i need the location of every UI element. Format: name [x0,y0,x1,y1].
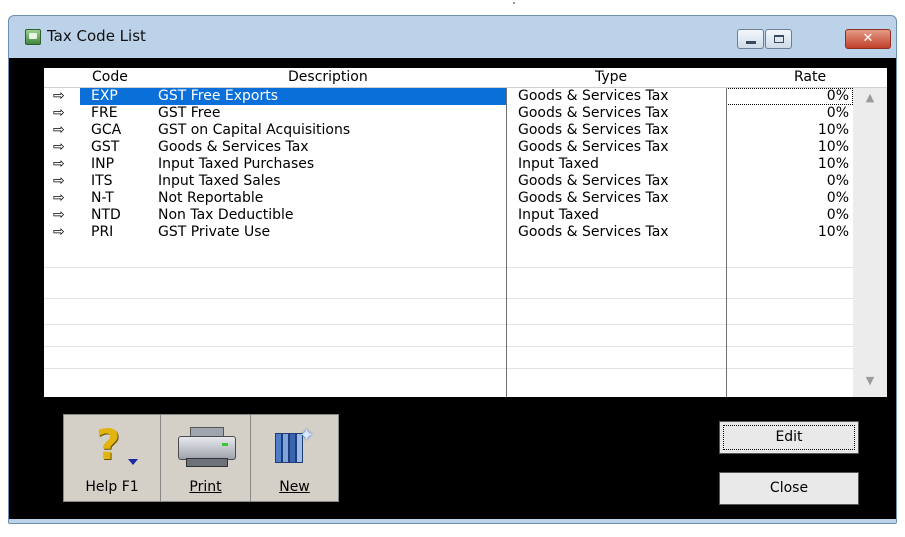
tax-code-table[interactable]: Code Description Type Rate ⇨ EXP GST Fre… [44,68,887,397]
table-row[interactable]: ⇨ EXP GST Free Exports Goods & Services … [44,88,853,105]
row-arrow-icon[interactable]: ⇨ [53,105,73,121]
column-header-rate[interactable]: Rate [794,69,826,85]
cell-type: Goods & Services Tax [518,173,669,189]
window-client-area: Code Description Type Rate ⇨ EXP GST Fre… [9,58,896,519]
cell-description: GST on Capital Acquisitions [158,122,351,138]
table-row[interactable]: ⇨ GST Goods & Services Tax Goods & Servi… [44,139,853,156]
cell-rate: 10% [817,122,849,138]
grid-line [44,267,853,268]
grid-line [44,368,853,369]
row-arrow-icon[interactable]: ⇨ [53,88,73,104]
table-row[interactable]: ⇨ GCA GST on Capital Acquisitions Goods … [44,122,853,139]
cell-description: GST Private Use [158,224,271,240]
cell-description: Goods & Services Tax [158,139,309,155]
cell-description: Input Taxed Purchases [158,156,315,172]
cell-rate: 10% [817,224,849,240]
help-icon: ? [96,420,121,469]
window-title: Tax Code List [47,27,146,45]
cell-description: Non Tax Deductible [158,207,294,223]
scroll-up-icon[interactable]: ▲ [859,90,881,106]
minimize-button[interactable] [737,29,764,49]
column-header-code[interactable]: Code [92,69,128,85]
grid-line [44,298,853,299]
tax-code-list-window: Tax Code List ✕ Code Description Type Ra… [8,15,897,524]
print-button-label: Print [189,479,222,495]
row-arrow-icon[interactable]: ⇨ [53,173,73,189]
row-arrow-icon[interactable]: ⇨ [53,122,73,138]
cell-code: NTD [91,207,121,223]
new-button[interactable]: ✦ New [251,415,338,501]
cell-rate: 0% [826,173,849,189]
cell-code: PRI [91,224,114,240]
table-row[interactable]: ⇨ ITS Input Taxed Sales Goods & Services… [44,173,853,190]
row-arrow-icon[interactable]: ⇨ [53,139,73,155]
dropdown-caret-icon [128,459,138,465]
help-button[interactable]: ? Help F1 [64,415,161,501]
cell-code: GST [91,139,120,155]
column-divider [506,88,507,397]
title-bar[interactable]: Tax Code List ✕ [9,16,896,58]
cell-type: Goods & Services Tax [518,139,669,155]
help-button-label: Help F1 [85,479,139,495]
row-arrow-icon[interactable]: ⇨ [53,207,73,223]
focus-rect [723,425,855,450]
cell-type: Goods & Services Tax [518,105,669,121]
print-button[interactable]: Print [161,415,251,501]
edit-button[interactable]: Edit [719,421,859,454]
desktop-dot [513,2,515,4]
table-row[interactable]: ⇨ FRE GST Free Goods & Services Tax 0% [44,105,853,122]
toolbar: ? Help F1 Print ✦ New [63,414,339,502]
cell-type: Goods & Services Tax [518,88,669,104]
column-header-description[interactable]: Description [288,69,368,85]
vertical-scrollbar[interactable]: ▲ ▼ [853,88,887,397]
cell-code: GCA [91,122,122,138]
minimize-icon [746,41,756,44]
cell-description: GST Free Exports [158,88,279,104]
cell-type: Goods & Services Tax [518,122,669,138]
printer-icon [178,427,236,467]
selection-highlight [80,88,506,105]
grid-line [44,346,853,347]
maximize-icon [774,35,784,43]
table-row[interactable]: ⇨ INP Input Taxed Purchases Input Taxed … [44,156,853,173]
cell-type: Input Taxed [518,207,599,223]
table-row[interactable]: ⇨ PRI GST Private Use Goods & Services T… [44,224,853,241]
new-icon: ✦ [275,425,315,465]
column-header-type[interactable]: Type [595,69,627,85]
close-button[interactable]: Close [719,472,859,505]
cell-code: EXP [91,88,118,104]
scroll-down-icon[interactable]: ▼ [859,373,881,389]
column-divider [726,88,727,397]
table-row[interactable]: ⇨ NTD Non Tax Deductible Input Taxed 0% [44,207,853,224]
cell-code: INP [91,156,115,172]
cell-type: Goods & Services Tax [518,190,669,206]
row-arrow-icon[interactable]: ⇨ [53,190,73,206]
row-arrow-icon[interactable]: ⇨ [53,224,73,240]
cell-code: N-T [91,190,114,206]
cell-description: Input Taxed Sales [158,173,281,189]
cell-type: Input Taxed [518,156,599,172]
close-icon: ✕ [862,31,874,46]
cell-code: ITS [91,173,113,189]
cell-rate: 0% [826,207,849,223]
table-header: Code Description Type Rate [44,68,887,88]
maximize-button[interactable] [765,29,792,49]
cell-type: Goods & Services Tax [518,224,669,240]
cell-rate: 10% [817,156,849,172]
grid-line [44,324,853,325]
close-button-label: Close [769,480,809,496]
cell-rate: 10% [817,139,849,155]
cell-description: Not Reportable [158,190,264,206]
cell-code: FRE [91,105,118,121]
row-arrow-icon[interactable]: ⇨ [53,156,73,172]
close-window-button[interactable]: ✕ [845,29,891,49]
cell-rate: 0% [826,88,849,104]
cell-rate: 0% [826,190,849,206]
new-button-label: New [279,479,310,495]
cell-rate: 0% [826,105,849,121]
app-icon[interactable] [25,29,41,45]
cell-description: GST Free [158,105,221,121]
table-row[interactable]: ⇨ N-T Not Reportable Goods & Services Ta… [44,190,853,207]
